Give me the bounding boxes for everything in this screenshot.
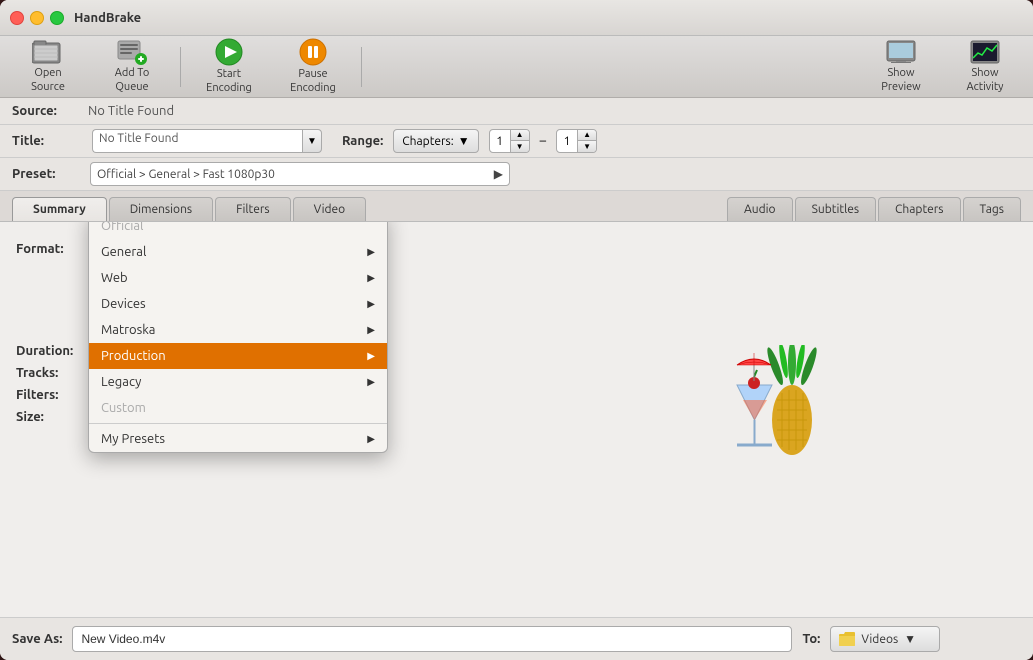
title-select-group: No Title Found ▼ [92,129,322,153]
add-to-queue-icon [117,39,147,65]
chapter-end-spinbox[interactable]: 1 ▲ ▼ [556,129,597,153]
menu-item-legacy[interactable]: Legacy ▶ [89,369,387,395]
chapter-range-separator: – [540,134,546,148]
menu-item-my-presets[interactable]: My Presets ▶ [89,426,387,452]
close-button[interactable] [10,11,24,25]
preset-dropdown-arrow: ▶ [494,167,503,181]
main-content: Format: MPEG-4 (avformat) ▼ Web Optimize… [0,222,1033,617]
pause-encoding-button[interactable]: PauseEncoding [273,40,353,94]
toolbar-separator-1 [180,47,181,87]
filters-label: Filters: [16,388,86,402]
format-label: Format: [16,242,86,256]
titlebar: HandBrake [0,0,1033,36]
menu-arrow-devices: ▶ [367,298,375,310]
show-activity-button[interactable]: ShowActivity [945,40,1025,94]
videos-folder-icon [839,632,855,646]
bottom-bar: Save As: To: Videos ▼ [0,617,1033,660]
right-panel [520,222,1033,617]
chapter-start-down[interactable]: ▼ [511,141,529,152]
menu-item-web[interactable]: Web ▶ [89,265,387,291]
tab-filters[interactable]: Filters [215,197,290,221]
source-value: No Title Found [88,104,174,118]
title-row: Title: No Title Found ▼ Range: Chapters:… [0,125,1033,158]
tab-dimensions[interactable]: Dimensions [109,197,213,221]
preset-row: Preset: Official > General > Fast 1080p3… [0,158,1033,191]
range-label: Range: [342,134,383,148]
open-source-button[interactable]: OpenSource [8,40,88,94]
tab-tags[interactable]: Tags [963,197,1021,221]
menu-item-general[interactable]: General ▶ [89,239,387,265]
source-bar: Source: No Title Found [0,98,1033,125]
title-label: Title: [12,134,82,148]
open-source-icon [32,39,64,65]
add-to-queue-label: Add ToQueue [115,67,150,93]
menu-arrow-general: ▶ [367,246,375,258]
tab-subtitles[interactable]: Subtitles [795,197,876,221]
open-source-label: OpenSource [31,67,65,93]
to-dropdown-arrow: ▼ [904,632,916,646]
source-label: Source: [12,104,82,118]
size-label: Size: [16,410,86,424]
window-title: HandBrake [74,11,141,25]
toolbar: OpenSource Add ToQueue [0,36,1033,98]
menu-item-matroska[interactable]: Matroska ▶ [89,317,387,343]
range-dropdown-button[interactable]: Chapters: ▼ [393,129,478,153]
title-dropdown-button[interactable]: ▼ [302,129,322,153]
menu-separator [89,423,387,424]
window-controls[interactable] [10,11,64,25]
menu-item-devices[interactable]: Devices ▶ [89,291,387,317]
tab-video[interactable]: Video [293,197,367,221]
save-as-input[interactable] [72,626,792,652]
tab-chapters[interactable]: Chapters [878,197,960,221]
menu-arrow-my-presets: ▶ [367,433,375,445]
to-folder-select[interactable]: Videos ▼ [830,626,940,652]
menu-arrow-production: ▶ [367,350,375,362]
chapter-start-spinbox[interactable]: 1 ▲ ▼ [489,129,530,153]
show-activity-icon [970,39,1000,65]
menu-arrow-web: ▶ [367,272,375,284]
chapter-start-up[interactable]: ▲ [511,130,529,141]
start-encoding-button[interactable]: StartEncoding [189,40,269,94]
preset-label: Preset: [12,167,82,181]
tracks-label: Tracks: [16,366,86,380]
pause-encoding-icon [299,38,327,66]
tab-audio[interactable]: Audio [727,197,793,221]
menu-item-custom: Custom [89,395,387,421]
pause-encoding-label: PauseEncoding [290,68,336,94]
minimize-button[interactable] [30,11,44,25]
start-encoding-icon [215,38,243,66]
to-label: To: [802,632,820,646]
show-preview-button[interactable]: ShowPreview [861,40,941,94]
menu-item-official: Official [89,222,387,239]
chapter-end-down[interactable]: ▼ [578,141,596,152]
title-input[interactable]: No Title Found [92,129,302,153]
handbrake-logo [697,345,857,495]
tab-summary[interactable]: Summary [12,197,107,221]
add-to-queue-button[interactable]: Add ToQueue [92,40,172,94]
menu-arrow-legacy: ▶ [367,376,375,388]
show-preview-icon [886,39,916,65]
start-encoding-label: StartEncoding [206,68,252,94]
preset-select[interactable]: Official > General > Fast 1080p30 ▶ [90,162,510,186]
duration-label: Duration: [16,344,86,358]
save-as-label: Save As: [12,632,62,646]
show-preview-label: ShowPreview [881,67,920,93]
tabs-bar: Summary Dimensions Filters Video Audio S… [0,191,1033,222]
range-dropdown-arrow: ▼ [458,134,470,148]
chapter-end-up[interactable]: ▲ [578,130,596,141]
menu-arrow-matroska: ▶ [367,324,375,336]
toolbar-separator-2 [361,47,362,87]
show-activity-label: ShowActivity [967,67,1004,93]
menu-item-production[interactable]: Production ▶ [89,343,387,369]
preset-dropdown-menu[interactable]: Official General ▶ Web ▶ Devices ▶ Matro… [88,222,388,453]
maximize-button[interactable] [50,11,64,25]
handbrake-logo-svg [697,345,857,495]
